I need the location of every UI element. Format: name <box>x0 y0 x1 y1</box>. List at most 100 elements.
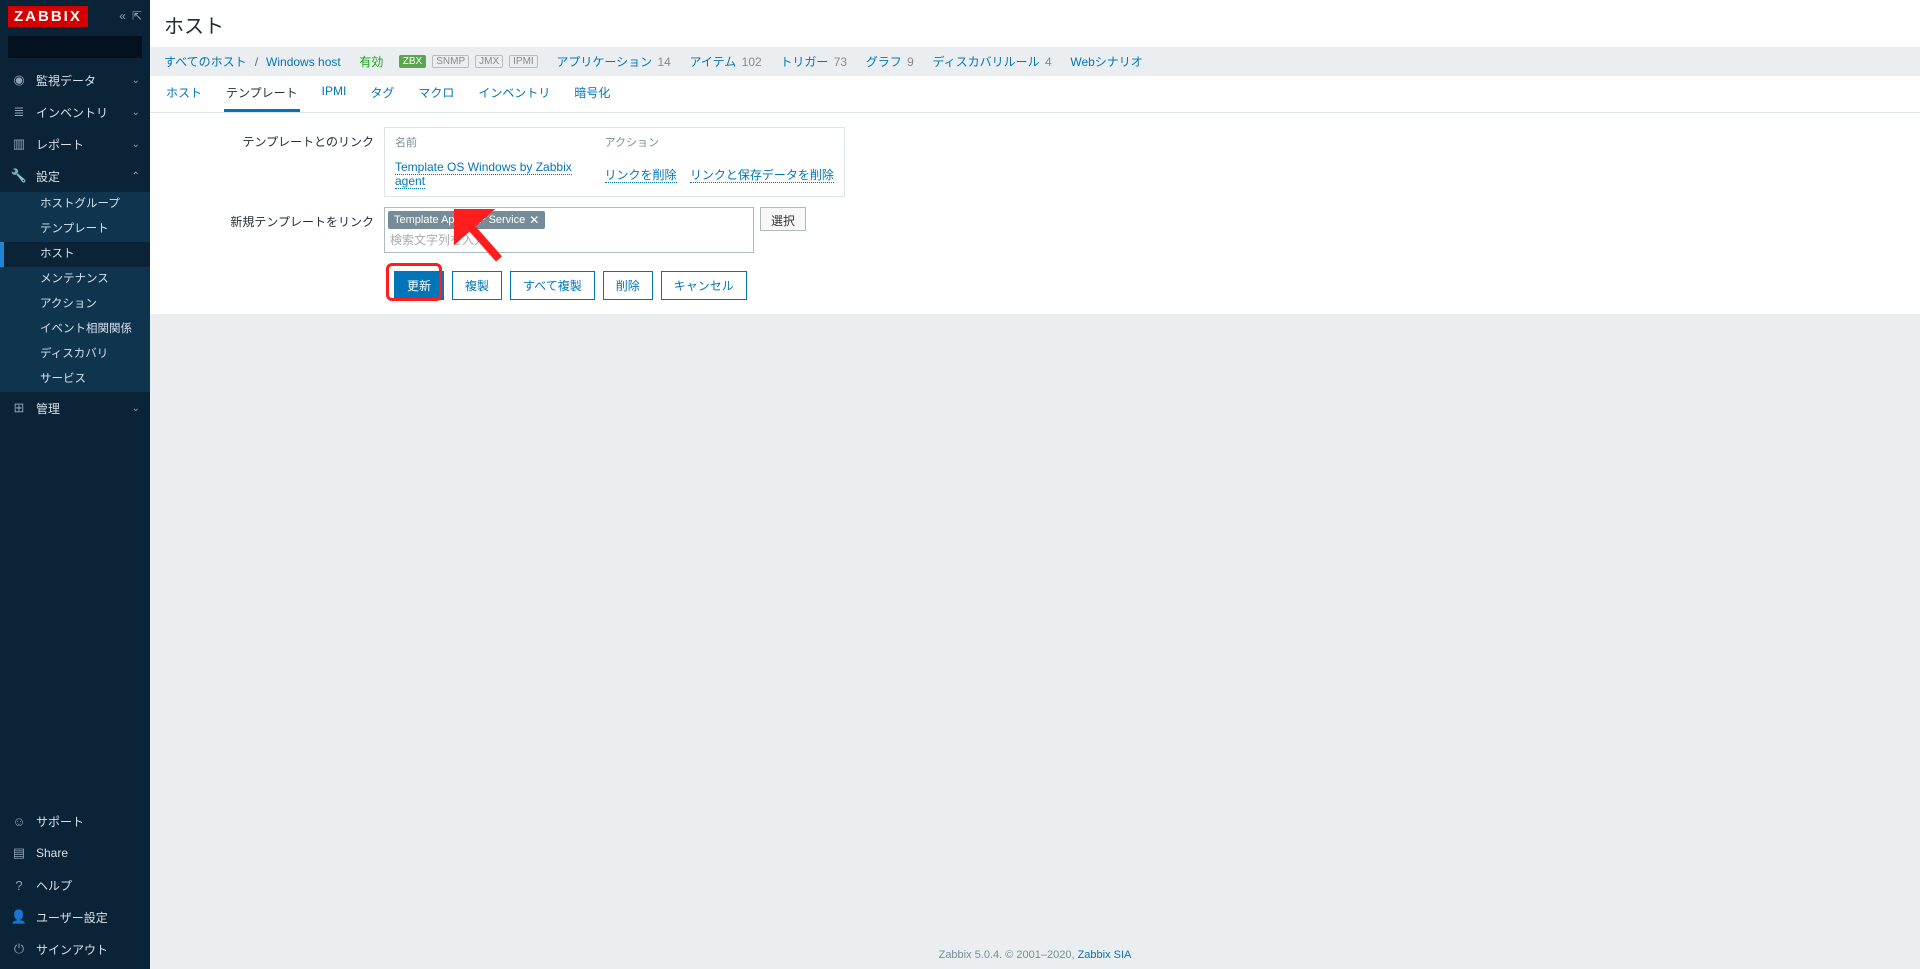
nav-inventory[interactable]: ≣ インベントリ ⌄ <box>0 96 150 128</box>
power-icon: ⏻ <box>10 941 28 957</box>
footer-link[interactable]: Zabbix SIA <box>1078 949 1132 961</box>
subnav-hostgroups[interactable]: ホストグループ <box>0 192 150 217</box>
wrench-icon: 🔧 <box>10 168 28 184</box>
page-title: ホスト <box>150 0 1920 47</box>
support-icon: ☺ <box>10 814 28 829</box>
chevron-down-icon: ⌄ <box>132 75 140 86</box>
label-link-new: 新規テンプレートをリンク <box>164 207 384 230</box>
nav-inventory-label: インベントリ <box>36 104 132 121</box>
tab-inventory[interactable]: インベントリ <box>476 76 552 112</box>
full-clone-button[interactable]: すべて複製 <box>510 271 595 300</box>
badge-snmp: SNMP <box>432 55 469 68</box>
link-graphs[interactable]: グラフ 9 <box>866 53 914 70</box>
link-items[interactable]: アイテム 102 <box>690 53 762 70</box>
help-icon: ? <box>10 878 28 893</box>
unlink-clear-link[interactable]: リンクと保存データを削除 <box>690 168 834 183</box>
context-bar: すべてのホスト / Windows host 有効 ZBX SNMP JMX I… <box>150 47 1920 76</box>
nav-signout[interactable]: ⏻ サインアウト <box>0 933 150 965</box>
clone-button[interactable]: 複製 <box>452 271 502 300</box>
table-row: Template OS Windows by Zabbix agent リンクを… <box>385 156 845 197</box>
unlink-link[interactable]: リンクを削除 <box>605 168 677 183</box>
multiselect-tag: Template App NTP Service ✕ <box>388 211 545 229</box>
chevron-up-icon: ⌃ <box>132 171 140 182</box>
button-row: 更新 複製 すべて複製 削除 キャンセル <box>394 271 1906 300</box>
label-linked-templates: テンプレートとのリンク <box>164 127 384 150</box>
nav-help[interactable]: ? ヘルプ <box>0 869 150 901</box>
tab-macros[interactable]: マクロ <box>416 76 456 112</box>
subnav-actions[interactable]: アクション <box>0 292 150 317</box>
tab-ipmi[interactable]: IPMI <box>320 76 349 112</box>
search-row: ⌕ <box>0 32 150 64</box>
nav-support-label: サポート <box>36 813 140 830</box>
subnav-hosts[interactable]: ホスト <box>0 242 150 267</box>
search-input[interactable] <box>14 40 169 54</box>
subnav-event-correlation[interactable]: イベント相関関係 <box>0 317 150 342</box>
badge-jmx: JMX <box>475 55 503 68</box>
subnav-templates[interactable]: テンプレート <box>0 217 150 242</box>
multiselect-input[interactable] <box>388 229 750 249</box>
breadcrumb-sep: / <box>255 55 258 69</box>
nav-administration[interactable]: ⊞ 管理 ⌄ <box>0 392 150 424</box>
subnav-discovery[interactable]: ディスカバリ <box>0 342 150 367</box>
nav-configuration[interactable]: 🔧 設定 ⌃ <box>0 160 150 192</box>
sidebar-header: ZABBIX « ⇱ <box>0 0 150 32</box>
nav-reports[interactable]: ▥ レポート ⌄ <box>0 128 150 160</box>
link-web[interactable]: Webシナリオ <box>1070 53 1142 70</box>
breadcrumb-all-hosts[interactable]: すべてのホスト <box>164 53 247 70</box>
logo: ZABBIX <box>8 6 88 27</box>
chevron-down-icon: ⌄ <box>132 139 140 150</box>
popout-icon[interactable]: ⇱ <box>132 9 142 23</box>
link-triggers[interactable]: トリガー 73 <box>780 53 847 70</box>
chevron-down-icon: ⌄ <box>132 107 140 118</box>
template-multiselect[interactable]: Template App NTP Service ✕ <box>384 207 754 253</box>
tabs: ホスト テンプレート IPMI タグ マクロ インベントリ 暗号化 <box>150 76 1920 113</box>
list-icon: ≣ <box>10 104 28 120</box>
collapse-icon[interactable]: « <box>119 9 126 23</box>
cancel-button[interactable]: キャンセル <box>661 271 747 300</box>
nav-monitoring[interactable]: ◉ 監視データ ⌄ <box>0 64 150 96</box>
subnav-services[interactable]: サービス <box>0 367 150 392</box>
badge-ipmi: IPMI <box>509 55 538 68</box>
nav-support[interactable]: ☺ サポート <box>0 805 150 837</box>
nav-monitoring-label: 監視データ <box>36 72 132 89</box>
nav-administration-label: 管理 <box>36 400 132 417</box>
tab-templates[interactable]: テンプレート <box>224 76 300 112</box>
remove-tag-icon[interactable]: ✕ <box>529 213 539 227</box>
nav-share[interactable]: ▤ Share <box>0 837 150 869</box>
nav-user-settings-label: ユーザー設定 <box>36 909 140 926</box>
nav-reports-label: レポート <box>36 136 132 153</box>
link-applications[interactable]: アプリケーション 14 <box>556 53 670 70</box>
linked-templates-table: 名前 アクション Template OS Windows by Zabbix a… <box>384 127 845 197</box>
nav-user-settings[interactable]: 👤 ユーザー設定 <box>0 901 150 933</box>
link-discovery[interactable]: ディスカバリルール 4 <box>932 53 1051 70</box>
eye-icon: ◉ <box>10 72 28 88</box>
linked-template-link[interactable]: Template OS Windows by Zabbix agent <box>395 160 572 189</box>
badge-zbx: ZBX <box>399 55 426 68</box>
multiselect-tag-label: Template App NTP Service <box>394 214 525 226</box>
nav-configuration-submenu: ホストグループ テンプレート ホスト メンテナンス アクション イベント相関関係… <box>0 192 150 392</box>
delete-button[interactable]: 削除 <box>603 271 653 300</box>
chart-icon: ▥ <box>10 136 28 152</box>
nav-configuration-label: 設定 <box>36 168 132 185</box>
breadcrumb-host[interactable]: Windows host <box>266 55 341 69</box>
footer: Zabbix 5.0.4. © 2001–2020, Zabbix SIA <box>150 941 1920 969</box>
tab-encryption[interactable]: 暗号化 <box>572 76 612 112</box>
sidebar: ZABBIX « ⇱ ⌕ ◉ 監視データ ⌄ ≣ インベントリ ⌄ <box>0 0 150 969</box>
gear-icon: ⊞ <box>10 400 28 416</box>
select-button[interactable]: 選択 <box>760 207 806 231</box>
nav-signout-label: サインアウト <box>36 941 140 958</box>
update-button[interactable]: 更新 <box>394 271 444 300</box>
form-area: テンプレートとのリンク 名前 アクション Template OS Windows… <box>150 113 1920 314</box>
nav-share-label: Share <box>36 846 140 860</box>
tab-host[interactable]: ホスト <box>164 76 204 112</box>
tab-tags[interactable]: タグ <box>368 76 396 112</box>
nav-help-label: ヘルプ <box>36 877 140 894</box>
subnav-maintenance[interactable]: メンテナンス <box>0 267 150 292</box>
footer-text: Zabbix 5.0.4. © 2001–2020, <box>939 949 1078 961</box>
status-enabled: 有効 <box>359 53 383 70</box>
chevron-down-icon: ⌄ <box>132 403 140 414</box>
col-action: アクション <box>595 128 845 157</box>
main: ホスト すべてのホスト / Windows host 有効 ZBX SNMP J… <box>150 0 1920 969</box>
share-icon: ▤ <box>10 845 28 861</box>
col-name: 名前 <box>385 128 595 157</box>
